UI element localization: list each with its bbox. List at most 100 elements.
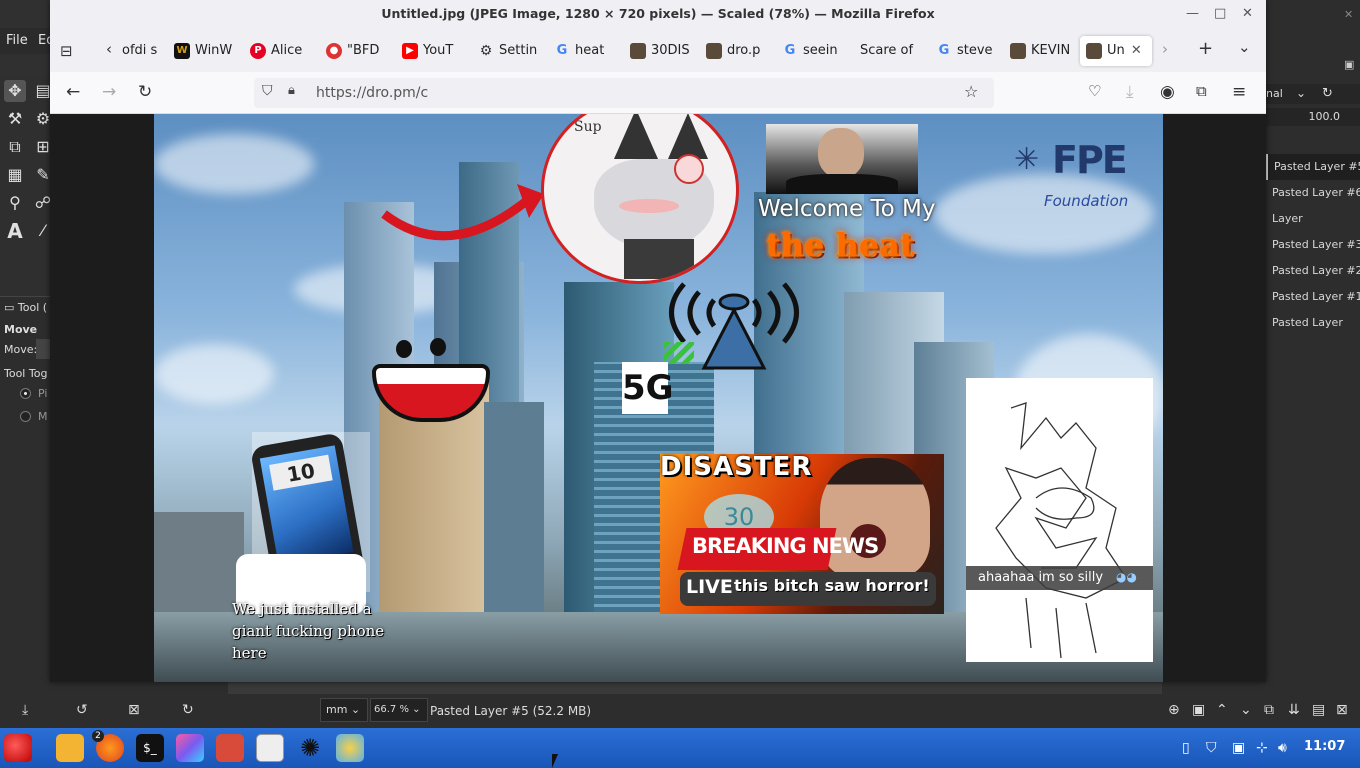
tab-item[interactable]: dro.p <box>706 36 766 66</box>
fuzzy-select-icon[interactable]: ⚒ <box>4 108 26 130</box>
menu-file[interactable]: File <box>6 33 28 48</box>
tab-item[interactable]: Gseein <box>782 36 842 66</box>
layers-dock: ✕ ▣ nal ⌄ ↻ 100.0 Pasted Layer #5 Pasted… <box>1266 0 1360 728</box>
extensions-icon[interactable]: ⧉ <box>1196 82 1207 100</box>
close-tab-icon[interactable]: ✕ <box>1131 43 1142 58</box>
mask-icon[interactable]: ▤ <box>1312 702 1325 718</box>
firefox-window: Untitled.jpg (JPEG Image, 1280 × 720 pix… <box>50 0 1266 682</box>
reset-icon[interactable]: ↻ <box>1322 86 1333 101</box>
tab-item[interactable]: P Alice <box>250 36 310 66</box>
clone-icon[interactable]: ⚲ <box>4 192 26 214</box>
transform-icon[interactable]: ⧉ <box>4 136 26 158</box>
minimize-icon[interactable]: — <box>1186 6 1199 21</box>
tab-item[interactable]: W WinW <box>174 36 234 66</box>
layer-row[interactable]: Pasted Layer #3 <box>1266 232 1360 258</box>
delete-icon[interactable]: ⊠ <box>128 702 140 718</box>
drawing-app-icon[interactable] <box>176 734 204 762</box>
file-manager-icon[interactable] <box>56 734 84 762</box>
maximize-icon[interactable]: □ <box>1214 6 1226 21</box>
forward-icon[interactable]: → <box>102 82 116 102</box>
move-label: Move: <box>4 343 38 356</box>
menu-icon[interactable]: ≡ <box>1232 82 1246 102</box>
restore-icon[interactable]: ↺ <box>76 702 88 718</box>
raise-layer-icon[interactable]: ⌃ <box>1216 702 1228 718</box>
text-tool-icon[interactable]: A <box>4 220 26 242</box>
volume-icon[interactable]: 🔊︎ <box>1278 740 1287 756</box>
new-group-icon[interactable]: ▣ <box>1192 702 1205 718</box>
shield-tray-icon[interactable]: ⛉ <box>1206 740 1217 756</box>
bookmark-star-icon[interactable]: ☆ <box>964 82 978 101</box>
pick-layer-radio[interactable] <box>20 388 31 399</box>
tab-scroll-right-icon[interactable]: › <box>1162 40 1168 58</box>
unit-select[interactable]: mm ⌄ <box>320 698 368 722</box>
delete-layer-icon[interactable]: ⊠ <box>1336 702 1348 718</box>
tab-item[interactable]: ● "BFD <box>326 36 386 66</box>
pinterest-icon: P <box>250 42 266 59</box>
tab-item[interactable]: Gheat <box>554 36 614 66</box>
lower-layer-icon[interactable]: ⌄ <box>1240 702 1252 718</box>
layer-row[interactable]: Pasted Layer #1 <box>1266 284 1360 310</box>
clock[interactable]: 11:07 <box>1304 739 1345 754</box>
face-eye <box>430 338 446 356</box>
navigation-bar: ← → ↻ ⛉ 🔒︎ https://dro.pm/c ☆ ♡ ⤓ ◉ ⧉ ≡ <box>50 72 1266 114</box>
layer-row[interactable]: Pasted Layer #2 <box>1266 258 1360 284</box>
silly-caption-bar: ahaahaa im so silly ◕◕ <box>966 566 1153 590</box>
close-window-icon[interactable]: ✕ <box>1242 6 1253 21</box>
reset-options-icon[interactable]: ↻ <box>182 702 194 718</box>
zoom-select[interactable]: 66.7 % ⌄ <box>370 698 428 722</box>
layer-row[interactable]: Pasted Layer <box>1266 310 1360 336</box>
tab-item[interactable]: ▶ YouT <box>402 36 462 66</box>
clipboard-icon[interactable]: ▯ <box>1182 740 1190 756</box>
downloads-icon[interactable]: ⤓ <box>1126 82 1134 102</box>
bfdi-icon: ● <box>326 42 342 59</box>
tab-bar: ⊟ ‹ ofdi s W WinW P Alice ● "BFD ▶ YouT ⚙ Set… <box>50 28 1266 72</box>
warp-icon[interactable]: ▦ <box>4 164 26 186</box>
window-title: Untitled.jpg (JPEG Image, 1280 × 720 pix… <box>50 0 1266 28</box>
move-active-radio[interactable] <box>20 411 31 422</box>
terminal-icon[interactable]: $_ <box>136 734 164 762</box>
ticker-text: this bitch saw horror! <box>734 576 930 595</box>
gimp-icon[interactable] <box>216 734 244 762</box>
layer-row[interactable]: Pasted Layer #6 <box>1266 180 1360 206</box>
firefox-view-icon[interactable]: ⊟ <box>60 42 73 60</box>
jpeg-image[interactable]: Sup Welcome To My the heat ✳ FPE Foundat… <box>154 114 1163 682</box>
move-type-button[interactable] <box>36 339 50 359</box>
reload-icon[interactable]: ↻ <box>138 82 152 102</box>
layer-mode-select[interactable]: nal ⌄ ↻ <box>1266 84 1360 104</box>
account-icon[interactable]: ◉ <box>1160 82 1175 102</box>
merge-layer-icon[interactable]: ⇊ <box>1288 702 1300 718</box>
layer-row[interactable]: Pasted Layer #5 <box>1266 154 1360 180</box>
duplicate-layer-icon[interactable]: ⧉ <box>1264 702 1274 718</box>
list-tabs-icon[interactable]: ⌄ <box>1238 38 1251 56</box>
tab-scroll-left-icon[interactable]: ‹ <box>106 40 112 58</box>
new-tab-icon[interactable]: + <box>1198 38 1213 59</box>
dock-menu-icon[interactable]: ▣ <box>1344 58 1354 71</box>
save-options-icon[interactable]: ⤓ <box>22 702 28 718</box>
layer-row[interactable]: Layer <box>1266 206 1360 232</box>
horizontal-scrollbar[interactable] <box>228 682 1162 694</box>
app-menu-icon[interactable] <box>4 734 32 762</box>
tab-item[interactable]: Scare of <box>860 36 922 66</box>
tab-item[interactable]: Gsteve <box>936 36 996 66</box>
move-tool-icon[interactable]: ✥ <box>4 80 26 102</box>
tab-item[interactable]: ⚙ Settin <box>478 36 538 66</box>
dock-close-icon[interactable]: ✕ <box>1344 8 1353 21</box>
update-icon[interactable]: ▣ <box>1232 740 1245 756</box>
tab-item[interactable]: 30DIS <box>630 36 690 66</box>
tab-item[interactable]: ofdi s <box>122 36 162 66</box>
network-icon[interactable]: ⊹ <box>1256 740 1268 756</box>
back-icon[interactable]: ← <box>66 82 80 102</box>
text-editor-icon[interactable] <box>256 734 284 762</box>
url-text[interactable]: https://dro.pm/c <box>316 85 428 101</box>
shield-icon[interactable]: ⛉ <box>262 83 273 99</box>
lock-icon[interactable]: 🔒︎ <box>288 83 295 98</box>
pocket-icon[interactable]: ♡ <box>1088 82 1101 100</box>
image-icon <box>706 42 722 59</box>
spider-app-icon[interactable]: ✺ <box>296 734 324 762</box>
new-layer-icon[interactable]: ⊕ <box>1168 702 1180 718</box>
url-bar[interactable]: ⛉ 🔒︎ https://dro.pm/c ☆ <box>254 78 994 108</box>
tab-active[interactable]: Un ✕ <box>1080 36 1152 66</box>
tab-item[interactable]: KEVIN <box>1010 36 1070 66</box>
opacity-field[interactable]: 100.0 <box>1266 108 1360 126</box>
paint-app-icon[interactable] <box>336 734 364 762</box>
